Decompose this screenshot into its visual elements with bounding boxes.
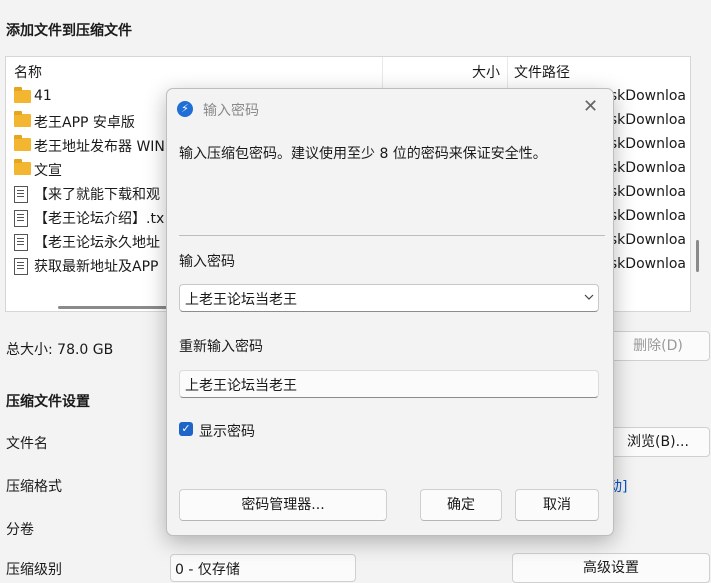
file-name-label: 文件名 [6,436,48,452]
item-path: iskDownloa [606,160,686,176]
ok-button[interactable]: 确定 [420,489,502,521]
lightning-icon: ⚡ [177,101,193,117]
file-list-header: 名称 大小 文件路径 [6,57,690,83]
document-icon [14,258,28,275]
delete-button[interactable]: 删除(D) [606,331,710,361]
confirm-password-input[interactable]: 上老王论坛当老王 [179,370,599,398]
chevron-down-icon[interactable] [584,292,594,302]
confirm-password-label: 重新输入密码 [179,339,263,355]
password-manager-button[interactable]: 密码管理器... [179,489,387,521]
item-path: iskDownloa [606,112,686,128]
item-name: 文宣 [34,163,62,179]
level-value: 0 - 仅存储 [175,562,240,578]
item-path: iskDownloa [606,136,686,152]
item-name: 获取最新地址及APP [34,259,159,275]
folder-icon [14,111,31,127]
document-icon [14,234,28,251]
close-icon[interactable]: ✕ [583,97,598,117]
item-path: iskDownloa [606,184,686,200]
dialog-title: 输入密码 [203,103,259,119]
vertical-scrollbar[interactable] [696,240,699,272]
settings-section-title: 压缩文件设置 [6,394,90,410]
password-combobox[interactable]: 上老王论坛当老王 [179,284,599,312]
divider [179,235,605,236]
level-label: 压缩级别 [6,562,62,578]
column-header-name[interactable]: 名称 [14,62,42,82]
show-password-checkbox[interactable]: ✓ [179,422,193,436]
dialog-description: 输入压缩包密码。建议使用至少 8 位的密码来保证安全性。 [179,146,547,162]
folder-icon [14,135,31,151]
item-name: 老王地址发布器 WIN [34,139,165,155]
folder-icon [14,87,31,103]
item-path: iskDownloa [606,208,686,224]
password-value: 上老王论坛当老王 [185,292,297,308]
column-header-size[interactable]: 大小 [472,62,500,82]
document-icon [14,186,28,203]
confirm-password-value: 上老王论坛当老王 [185,378,297,394]
item-path: iskDownloa [606,232,686,248]
folder-icon [14,159,31,175]
column-header-path[interactable]: 文件路径 [514,62,570,82]
format-label: 压缩格式 [6,479,62,495]
item-name: 老王APP 安卓版 [34,115,135,131]
item-name: 【老王论坛永久地址 [34,235,160,251]
item-name: 41 [34,88,52,104]
item-name: 【来了就能下载和观 [34,187,160,203]
advanced-settings-button[interactable]: 高级设置 [512,553,710,583]
cancel-button[interactable]: 取消 [515,489,599,521]
total-size: 总大小: 78.0 GB [6,342,114,358]
document-icon [14,210,28,227]
window-title: 添加文件到压缩文件 [6,23,132,39]
item-path: iskDownloa [606,88,686,104]
show-password-label[interactable]: 显示密码 [199,421,255,441]
item-path: iskDownloa [606,256,686,272]
password-label: 输入密码 [179,254,235,270]
browse-button[interactable]: 浏览(B)... [606,427,710,457]
password-dialog: ⚡ 输入密码 ✕ 输入压缩包密码。建议使用至少 8 位的密码来保证安全性。 输入… [166,88,614,536]
level-select[interactable]: 0 - 仅存储 [170,554,356,582]
split-label: 分卷 [6,522,34,538]
item-name: 【老王论坛介绍】.tx [34,211,165,227]
